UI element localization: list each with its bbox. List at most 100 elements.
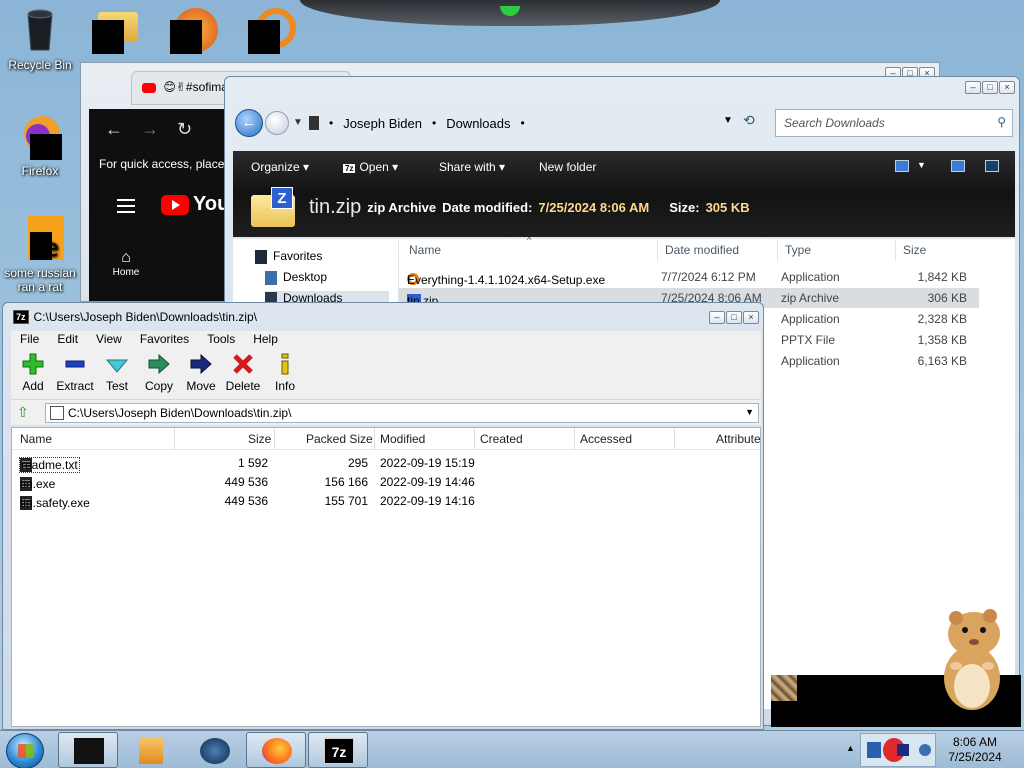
hamster-desktop-gadget[interactable] [934, 606, 1008, 712]
address-dropdown-icon[interactable]: ▼ [723, 115, 733, 126]
view-options-icon[interactable] [895, 160, 909, 172]
preview-pane-icon[interactable] [951, 160, 965, 172]
seven-zip-title-bar: 7z C:\Users\Joseph Biden\Downloads\tin.z… [13, 310, 257, 324]
taskbar-clock[interactable]: 8:06 AM 7/25/2024 [940, 735, 1010, 765]
forward-arrow-icon[interactable]: → [141, 119, 159, 140]
taskbar-app-firefox[interactable] [246, 732, 306, 768]
minus-icon [55, 353, 95, 375]
file-row[interactable]: Everything-1.4.1.1024.x64-Setup.exe 7/7/… [399, 267, 979, 287]
column-header-packed-size[interactable]: Packed Size [306, 432, 373, 446]
column-header-created[interactable]: Created [480, 432, 523, 446]
redaction-block [170, 20, 202, 54]
refresh-icon[interactable]: ⟲ [743, 112, 755, 129]
breadcrumb-item-downloads[interactable]: Downloads [446, 116, 510, 131]
column-header-name[interactable]: Name [409, 243, 441, 257]
nav-item-favorites[interactable]: Favorites [255, 249, 322, 264]
explorer-toolbar: Organize ▾ 7z Open ▾ Share with ▾ New fol… [233, 151, 1015, 237]
view-dropdown-icon[interactable]: ▼ [917, 160, 926, 170]
back-arrow-icon[interactable]: ← [105, 119, 123, 140]
seven-zip-window[interactable]: 7z C:\Users\Joseph Biden\Downloads\tin.z… [2, 302, 764, 730]
up-folder-icon[interactable]: ⇧ [17, 405, 33, 421]
desktop-icon-firefox[interactable]: Firefox [2, 112, 78, 178]
new-folder-button[interactable]: New folder [539, 160, 596, 174]
network-icon[interactable] [867, 742, 881, 758]
extract-button[interactable]: Extract [55, 353, 95, 393]
search-icon[interactable]: ⚲ [997, 115, 1006, 129]
column-header-date[interactable]: Date modified [665, 243, 739, 257]
column-header-type[interactable]: Type [785, 243, 811, 257]
close-button[interactable]: × [743, 311, 759, 324]
computer-icon [309, 116, 319, 130]
thumbnail-image [771, 675, 797, 701]
volume-icon[interactable] [919, 744, 931, 756]
info-button[interactable]: Info [265, 353, 305, 393]
minimize-button[interactable]: – [709, 311, 725, 324]
address-bar: ⇧ C:\Users\Joseph Biden\Downloads\tin.zi… [11, 399, 761, 425]
menu-edit[interactable]: Edit [48, 331, 87, 349]
add-button[interactable]: Add [13, 353, 53, 393]
taskbar-app-media[interactable] [120, 732, 180, 768]
reload-icon[interactable]: ↻ [177, 119, 192, 140]
breadcrumb-item-user[interactable]: Joseph Biden [343, 116, 422, 131]
maximize-button[interactable]: □ [726, 311, 742, 324]
menu-view[interactable]: View [87, 331, 131, 349]
forward-button[interactable] [265, 111, 289, 135]
clock-date: 7/25/2024 [948, 750, 1002, 764]
back-button[interactable]: ← [235, 109, 263, 137]
address-input[interactable]: C:\Users\Joseph Biden\Downloads\tin.zip\… [45, 403, 759, 423]
youtube-favicon-icon [142, 82, 156, 93]
explorer-window-controls: – □ × [965, 81, 1015, 94]
home-nav-item[interactable]: ⌂ Home [109, 249, 143, 278]
column-header-name[interactable]: Name [20, 432, 52, 446]
maximize-button[interactable]: □ [982, 81, 998, 94]
column-header-size[interactable]: Size [248, 432, 271, 446]
search-placeholder: Search Downloads [784, 116, 885, 130]
share-with-menu[interactable]: Share with ▾ [439, 160, 505, 174]
menu-tools[interactable]: Tools [198, 331, 244, 349]
browser-tab-title: 😊✌#sofima [163, 80, 228, 94]
test-button[interactable]: Test [97, 353, 137, 393]
copy-button[interactable]: Copy [139, 353, 179, 393]
firefox-icon [16, 112, 64, 160]
delete-button[interactable]: Delete [223, 353, 263, 393]
redaction-block [92, 20, 124, 54]
system-tray [860, 733, 936, 767]
minimize-button[interactable]: – [965, 81, 981, 94]
show-hidden-icons-arrow[interactable]: ▲ [846, 743, 855, 753]
desktop-icon-recycle-bin[interactable]: Recycle Bin [2, 6, 78, 72]
search-input[interactable]: Search Downloads ⚲ [775, 109, 1013, 137]
start-button[interactable] [6, 733, 44, 768]
home-label: Home [112, 267, 140, 278]
archive-row[interactable]: readme.txt 1 592 295 2022-09-19 15:19 [12, 454, 760, 473]
close-button[interactable]: × [999, 81, 1015, 94]
breadcrumb-separator: • [431, 116, 437, 130]
wallpaper-led [500, 6, 520, 16]
move-button[interactable]: Move [181, 353, 221, 393]
column-header-attributes[interactable]: Attribute [716, 432, 761, 446]
column-header-size[interactable]: Size [903, 243, 926, 257]
taskbar-app-7zip[interactable]: 7z [308, 732, 368, 768]
archive-row[interactable]: tin.safety.exe 449 536 155 701 2022-09-1… [12, 492, 760, 511]
wallpaper-ornament [300, 0, 720, 26]
taskbar-app-recycle[interactable] [58, 732, 118, 768]
hamburger-menu-icon[interactable] [117, 199, 135, 213]
column-header-modified[interactable]: Modified [380, 432, 425, 446]
column-header-accessed[interactable]: Accessed [580, 432, 632, 446]
menu-help[interactable]: Help [244, 331, 287, 349]
menu-file[interactable]: File [11, 331, 48, 349]
recent-pages-dropdown[interactable]: ▼ [293, 117, 303, 128]
organize-menu[interactable]: Organize ▾ [251, 160, 309, 174]
breadcrumb[interactable]: • Joseph Biden • Downloads • [309, 109, 749, 137]
desktop-icon-rat[interactable]: e some russian ran a rat [2, 214, 78, 294]
archive-row[interactable]: tin.exe 449 536 156 166 2022-09-19 14:46 [12, 473, 760, 492]
taskbar-app-globe[interactable] [184, 732, 244, 768]
menu-favorites[interactable]: Favorites [131, 331, 198, 349]
battery-icon[interactable] [897, 744, 909, 756]
help-icon[interactable] [985, 160, 999, 172]
nav-item-desktop[interactable]: Desktop [265, 270, 327, 285]
dark-app-icon [74, 738, 104, 764]
move-arrow-icon [181, 353, 221, 375]
address-dropdown-icon[interactable]: ▼ [745, 407, 754, 417]
open-menu[interactable]: 7z Open ▾ [343, 160, 398, 174]
check-icon [97, 353, 137, 375]
